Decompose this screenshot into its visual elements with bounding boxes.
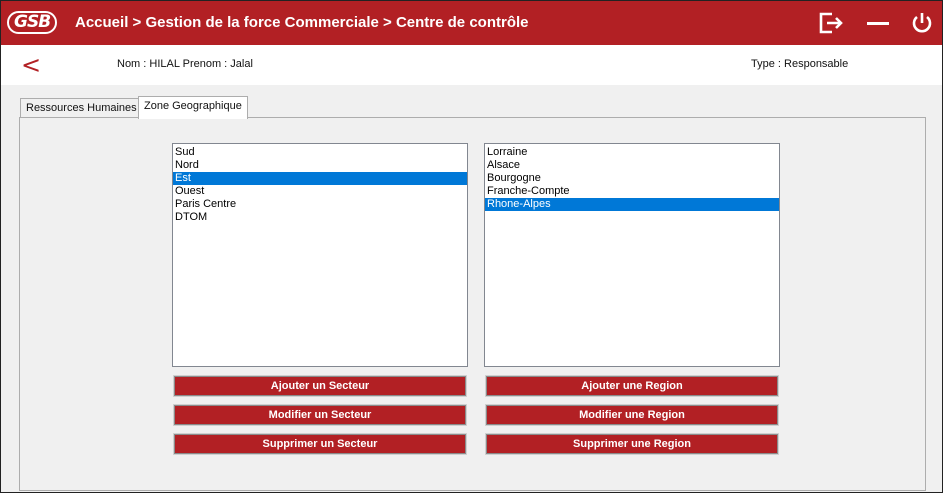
- secteur-item[interactable]: Ouest: [173, 185, 467, 198]
- secteur-item-selected[interactable]: Est: [173, 172, 467, 185]
- add-secteur-button[interactable]: Ajouter un Secteur: [174, 376, 466, 396]
- minimize-icon[interactable]: [865, 11, 891, 35]
- region-item-selected[interactable]: Rhone-Alpes: [485, 198, 779, 211]
- user-name-label: Nom : HILAL Prenom : Jalal: [117, 58, 253, 70]
- secteurs-listbox[interactable]: Sud Nord Est Ouest Paris Centre DTOM: [172, 143, 468, 367]
- gsb-logo: GSB: [7, 10, 58, 34]
- logout-icon[interactable]: [818, 11, 844, 35]
- delete-secteur-button[interactable]: Supprimer un Secteur: [174, 434, 466, 454]
- back-button[interactable]: <: [21, 51, 41, 79]
- secteur-item[interactable]: Sud: [173, 146, 467, 159]
- power-icon[interactable]: [909, 11, 935, 35]
- regions-listbox[interactable]: Lorraine Alsace Bourgogne Franche-Compte…: [484, 143, 780, 367]
- user-type-label: Type : Responsable: [751, 58, 849, 70]
- region-item[interactable]: Franche-Compte: [485, 185, 779, 198]
- user-info-bar: < Nom : HILAL Prenom : Jalal Type : Resp…: [1, 45, 942, 85]
- region-item[interactable]: Alsace: [485, 159, 779, 172]
- add-region-button[interactable]: Ajouter une Region: [486, 376, 778, 396]
- secteur-item[interactable]: Nord: [173, 159, 467, 172]
- tab-zone-geographique[interactable]: Zone Geographique: [138, 96, 248, 119]
- title-bar: GSB Accueil > Gestion de la force Commer…: [1, 1, 942, 45]
- delete-region-button[interactable]: Supprimer une Region: [486, 434, 778, 454]
- edit-secteur-button[interactable]: Modifier un Secteur: [174, 405, 466, 425]
- secteur-item[interactable]: DTOM: [173, 211, 467, 224]
- edit-region-button[interactable]: Modifier une Region: [486, 405, 778, 425]
- region-item[interactable]: Bourgogne: [485, 172, 779, 185]
- tab-ressources-humaines[interactable]: Ressources Humaines: [20, 98, 143, 118]
- zone-geographique-panel: Sud Nord Est Ouest Paris Centre DTOM Lor…: [19, 117, 926, 491]
- secteur-item[interactable]: Paris Centre: [173, 198, 467, 211]
- region-item[interactable]: Lorraine: [485, 146, 779, 159]
- logo-text: GSB: [7, 10, 58, 34]
- app-window: GSB Accueil > Gestion de la force Commer…: [0, 0, 943, 493]
- breadcrumb: Accueil > Gestion de la force Commercial…: [75, 14, 529, 31]
